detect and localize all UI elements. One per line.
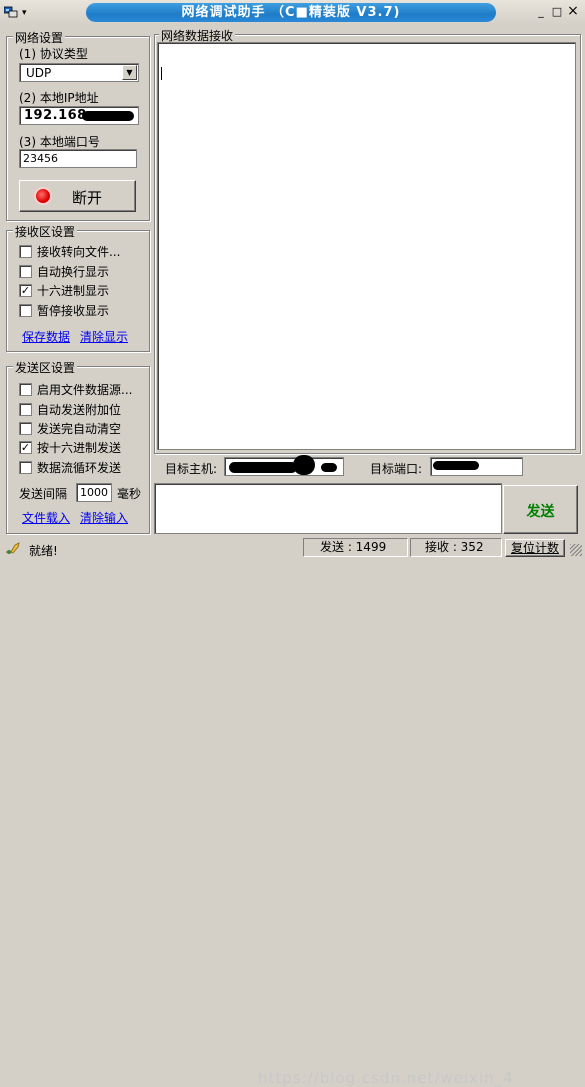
local-port-value: 23456 xyxy=(23,152,58,165)
send-text-area[interactable] xyxy=(154,483,502,534)
loop-send-label: 数据流循环发送 xyxy=(37,460,122,475)
auto-wrap-option[interactable]: 自动换行显示 xyxy=(19,263,109,279)
watermark-text: https://blog.csdn.net/weixin_4 xyxy=(258,1069,514,1087)
auto-clear-option[interactable]: 发送完自动清空 xyxy=(19,420,121,436)
network-settings-title: 网络设置 xyxy=(13,29,66,46)
append-bit-checkbox[interactable] xyxy=(19,402,32,416)
auto-wrap-checkbox[interactable] xyxy=(19,264,32,278)
hex-send-checkbox[interactable]: ✓ xyxy=(19,440,32,454)
sent-count-label: 发送 : 1499 xyxy=(320,540,387,554)
protocol-value: UDP xyxy=(26,66,52,80)
hex-send-label: 按十六进制发送 xyxy=(37,440,122,455)
save-data-link[interactable]: 保存数据 xyxy=(22,328,70,345)
receive-to-file-label: 接收转向文件... xyxy=(37,244,121,259)
load-file-link[interactable]: 文件载入 xyxy=(22,509,70,526)
send-interval-label: 发送间隔 xyxy=(19,487,68,501)
target-host-label: 目标主机: xyxy=(165,462,218,476)
hex-send-option[interactable]: ✓ 按十六进制发送 xyxy=(19,439,121,455)
append-bit-option[interactable]: 自动发送附加位 xyxy=(19,401,121,417)
send-button-label: 发送 xyxy=(526,504,555,520)
loop-send-checkbox[interactable] xyxy=(19,460,32,474)
clear-input-link[interactable]: 清除输入 xyxy=(80,509,128,526)
redaction-mark xyxy=(321,463,337,472)
loop-send-option[interactable]: 数据流循环发送 xyxy=(19,459,121,475)
send-button[interactable]: 发送 xyxy=(503,485,578,534)
clear-display-link[interactable]: 清除显示 xyxy=(80,328,128,345)
minimize-button[interactable]: _ xyxy=(533,4,549,20)
send-interval-value: 1000 xyxy=(80,486,108,499)
hex-display-option[interactable]: ✓ 十六进制显示 xyxy=(19,282,109,298)
receive-to-file-option[interactable]: 接收转向文件... xyxy=(19,243,120,259)
sent-count: 发送 : 1499 xyxy=(303,538,408,557)
send-interval-unit: 毫秒 xyxy=(117,487,142,501)
receive-to-file-checkbox[interactable] xyxy=(19,244,32,258)
maximize-button[interactable]: □ xyxy=(549,4,565,20)
received-count: 接收 : 352 xyxy=(410,538,502,557)
file-source-label: 启用文件数据源... xyxy=(37,382,133,397)
send-interval-input[interactable]: 1000 xyxy=(76,483,112,502)
window-title: 网络调试助手 （C■精装版 V3.7) xyxy=(86,3,496,22)
resize-grip-icon[interactable] xyxy=(570,544,582,556)
file-source-option[interactable]: 启用文件数据源... xyxy=(19,381,132,397)
redaction-mark xyxy=(293,455,315,475)
received-count-label: 接收 : 352 xyxy=(425,540,484,554)
hex-display-label: 十六进制显示 xyxy=(37,283,110,298)
text-caret xyxy=(161,67,162,80)
redaction-mark xyxy=(229,462,297,473)
local-ip-field[interactable]: 192.168 xyxy=(19,106,139,125)
disconnect-button[interactable]: 断开 xyxy=(19,180,136,212)
target-port-label: 目标端口: xyxy=(370,462,423,476)
redaction-mark xyxy=(433,461,479,470)
local-ip-value: 192.168 xyxy=(24,108,87,123)
network-settings-group: 网络设置 (1) 协议类型 UDP ▼ (2) 本地IP地址 192.168 (… xyxy=(6,29,150,221)
app-window: ▾ 网络调试助手 （C■精装版 V3.7) _ □ × 网络设置 (1) 协议类… xyxy=(0,0,585,1087)
local-port-field[interactable]: 23456 xyxy=(19,149,137,168)
target-host-field[interactable] xyxy=(224,455,344,476)
close-button[interactable]: × xyxy=(565,4,581,20)
protocol-select[interactable]: UDP ▼ xyxy=(19,63,139,82)
pause-display-checkbox[interactable] xyxy=(19,303,32,317)
system-menu[interactable]: ▾ xyxy=(3,4,40,21)
send-settings-title: 发送区设置 xyxy=(13,359,78,376)
reset-count-button[interactable]: 复位计数 xyxy=(505,539,565,557)
disconnect-label: 断开 xyxy=(72,189,103,207)
target-port-field[interactable] xyxy=(430,457,523,476)
local-ip-label: (2) 本地IP地址 xyxy=(19,91,99,105)
data-receive-group: 网络数据接收 xyxy=(154,27,581,454)
status-bar: 就绪! https://blog.csdn.net/weixin_4 发送 : … xyxy=(0,536,585,1087)
receive-settings-group: 接收区设置 接收转向文件... 自动换行显示 ✓ 十六进制显示 暂停接收显示 保… xyxy=(6,223,150,352)
ready-text: 就绪! xyxy=(29,544,58,558)
menu-arrow-icon: ▾ xyxy=(22,7,27,18)
ready-icon xyxy=(5,541,21,555)
auto-clear-label: 发送完自动清空 xyxy=(37,421,122,436)
send-settings-group: 发送区设置 启用文件数据源... 自动发送附加位 发送完自动清空 ✓ 按十六进制… xyxy=(6,359,150,534)
title-bar: ▾ 网络调试助手 （C■精装版 V3.7) _ □ × xyxy=(0,0,585,25)
pause-display-label: 暂停接收显示 xyxy=(37,303,110,318)
hex-display-checkbox[interactable]: ✓ xyxy=(19,283,32,297)
chevron-down-icon[interactable]: ▼ xyxy=(122,65,137,80)
local-port-label: (3) 本地端口号 xyxy=(19,135,100,149)
file-source-checkbox[interactable] xyxy=(19,382,32,396)
pause-display-option[interactable]: 暂停接收显示 xyxy=(19,302,109,318)
append-bit-label: 自动发送附加位 xyxy=(37,402,122,417)
connection-status-icon xyxy=(36,189,50,203)
receive-text-area[interactable] xyxy=(157,42,576,450)
protocol-label: (1) 协议类型 xyxy=(19,47,88,61)
redaction-mark xyxy=(82,111,134,121)
auto-clear-checkbox[interactable] xyxy=(19,421,32,435)
receive-settings-title: 接收区设置 xyxy=(13,223,78,240)
auto-wrap-label: 自动换行显示 xyxy=(37,264,110,279)
app-icon xyxy=(3,6,18,19)
